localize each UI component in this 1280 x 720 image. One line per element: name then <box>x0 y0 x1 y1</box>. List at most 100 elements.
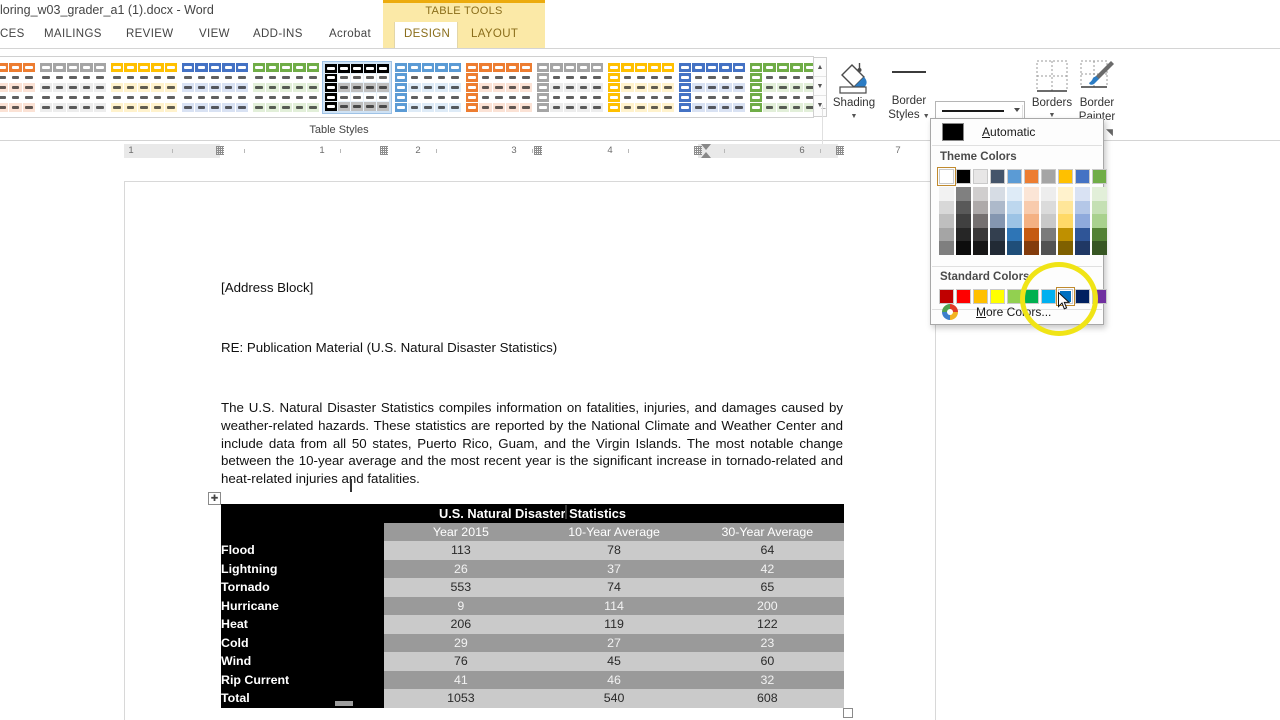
theme-variant-swatch[interactable] <box>990 214 1005 228</box>
theme-variant-swatch[interactable] <box>956 241 971 255</box>
theme-color-blue-accent-5[interactable] <box>1075 169 1090 184</box>
theme-variant-swatch[interactable] <box>1058 227 1073 242</box>
table-data-cell[interactable]: 26 <box>384 559 538 578</box>
theme-color-white-background-2[interactable] <box>973 169 988 184</box>
theme-color-blue-accent-1[interactable] <box>1007 169 1022 184</box>
theme-variant-swatch[interactable] <box>990 200 1005 215</box>
table-data-cell[interactable]: 60 <box>690 652 844 671</box>
theme-variant-column-4[interactable] <box>990 187 1005 255</box>
theme-colors-row[interactable] <box>937 167 1107 186</box>
table-row-label[interactable]: Rip Current <box>221 670 385 689</box>
theme-variant-column-10[interactable] <box>1092 187 1107 255</box>
table-style-grid-table-blue[interactable] <box>180 61 250 114</box>
theme-variant-swatch[interactable] <box>1024 187 1039 201</box>
table-data-cell[interactable]: 23 <box>690 633 844 652</box>
theme-variant-swatch[interactable] <box>1007 214 1022 228</box>
theme-variant-swatch[interactable] <box>973 214 988 228</box>
theme-variant-swatch[interactable] <box>1058 214 1073 228</box>
gallery-scrollbar[interactable]: ▲ ▼ ▼̲ <box>813 57 827 117</box>
theme-variant-column-3[interactable] <box>973 187 988 255</box>
table-data-cell[interactable]: 553 <box>384 578 538 597</box>
theme-variant-swatch[interactable] <box>973 200 988 215</box>
table-move-handle[interactable]: ✚ <box>208 492 221 505</box>
theme-variant-swatch[interactable] <box>1058 241 1073 255</box>
tab-review[interactable]: REVIEW <box>126 28 173 40</box>
theme-variant-swatch[interactable] <box>1075 200 1090 215</box>
table-data-cell[interactable]: 122 <box>690 615 844 634</box>
theme-color-white-background-1[interactable] <box>937 167 956 186</box>
theme-variant-swatch[interactable] <box>1007 200 1022 215</box>
theme-variant-swatch[interactable] <box>939 200 954 215</box>
gallery-scroll-down-icon[interactable]: ▼ <box>814 77 826 96</box>
theme-variant-swatch[interactable] <box>1075 227 1090 242</box>
theme-variant-column-1[interactable] <box>939 187 954 255</box>
theme-variant-swatch[interactable] <box>1024 227 1039 242</box>
table-header-corner-cell[interactable] <box>221 522 385 541</box>
theme-variant-swatch[interactable] <box>973 227 988 242</box>
theme-variant-swatch[interactable] <box>956 200 971 215</box>
table-row-split-handle[interactable] <box>335 701 353 706</box>
theme-variant-swatch[interactable] <box>990 187 1005 201</box>
table-style-grid-table-orange[interactable] <box>0 61 37 114</box>
automatic-color-item[interactable]: Automatic <box>932 120 1102 144</box>
table-data-cell[interactable]: 27 <box>537 633 691 652</box>
theme-variant-swatch[interactable] <box>1092 214 1107 228</box>
tab-layout[interactable]: LAYOUT <box>471 28 518 40</box>
theme-variant-column-5[interactable] <box>1007 187 1022 255</box>
body-paragraph-text[interactable]: The U.S. Natural Disaster Statistics com… <box>221 399 843 488</box>
table-header-cell[interactable]: 10-Year Average <box>537 522 691 541</box>
theme-variant-swatch[interactable] <box>1041 187 1056 201</box>
table-style-list-table-grey2[interactable] <box>535 61 605 114</box>
table-style-list-table-orange2[interactable] <box>464 61 534 114</box>
theme-variant-swatch[interactable] <box>1092 187 1107 201</box>
theme-variant-swatch[interactable] <box>1041 241 1056 255</box>
table-data-cell[interactable]: 29 <box>384 633 538 652</box>
table-data-cell[interactable]: 9 <box>384 596 538 615</box>
borders-dialog-launcher-icon[interactable]: ◥ <box>1106 127 1113 138</box>
tab-stop-marker-5[interactable] <box>836 146 844 155</box>
theme-variant-swatch[interactable] <box>1058 187 1073 201</box>
theme-variant-swatch[interactable] <box>973 187 988 201</box>
theme-variant-swatch[interactable] <box>1092 227 1107 242</box>
theme-color-orange-accent-2[interactable] <box>1024 169 1039 184</box>
table-style-list-table-blue2[interactable] <box>677 61 747 114</box>
table-style-list-table-gold2[interactable] <box>606 61 676 114</box>
theme-variant-column-9[interactable] <box>1075 187 1090 255</box>
border-styles-dropdown-arrow-icon[interactable]: ▼ <box>923 113 930 120</box>
first-line-indent-marker[interactable] <box>701 144 711 150</box>
theme-color-grey-accent-3[interactable] <box>1041 169 1056 184</box>
table-styles-gallery[interactable] <box>0 56 817 118</box>
table-style-list-table-green2[interactable] <box>748 61 818 114</box>
tab-references[interactable]: CES <box>0 28 25 40</box>
tab-stop-marker-3[interactable] <box>534 146 542 155</box>
table-data-cell[interactable]: 74 <box>537 578 691 597</box>
table-title-cell[interactable]: U.S. Natural Disaster Statistics <box>221 504 844 523</box>
theme-variant-swatch[interactable] <box>1007 227 1022 242</box>
theme-color-black-text-1[interactable] <box>956 169 971 184</box>
table-style-grid-table-gold[interactable] <box>109 61 179 114</box>
table-style-grid-table-green[interactable] <box>251 61 321 114</box>
table-data-cell[interactable]: 113 <box>384 541 538 560</box>
table-row-label[interactable]: Cold <box>221 633 385 652</box>
gallery-scroll-up-icon[interactable]: ▲ <box>814 58 826 77</box>
table-data-cell[interactable]: 45 <box>537 652 691 671</box>
theme-variant-swatch[interactable] <box>1024 241 1039 255</box>
theme-variant-swatch[interactable] <box>1024 214 1039 228</box>
shading-button[interactable]: Shading ▼ <box>826 55 882 135</box>
theme-variant-swatch[interactable] <box>1041 227 1056 242</box>
table-data-cell[interactable]: 37 <box>537 559 691 578</box>
table-data-cell[interactable]: 114 <box>537 596 691 615</box>
theme-variant-swatch[interactable] <box>939 227 954 242</box>
theme-variant-swatch[interactable] <box>1058 200 1073 215</box>
table-row-label[interactable]: Tornado <box>221 578 385 597</box>
theme-variant-swatch[interactable] <box>990 227 1005 242</box>
theme-variant-column-6[interactable] <box>1024 187 1039 255</box>
theme-variant-column-7[interactable] <box>1041 187 1056 255</box>
theme-variant-swatch[interactable] <box>1075 187 1090 201</box>
table-row-label[interactable]: Wind <box>221 652 385 671</box>
theme-color-green-accent-6[interactable] <box>1092 169 1107 184</box>
theme-variant-swatch[interactable] <box>956 187 971 201</box>
table-style-list-table-lightblue[interactable] <box>393 61 463 114</box>
tab-view[interactable]: VIEW <box>199 28 230 40</box>
tab-stop-marker-1[interactable] <box>216 146 224 155</box>
